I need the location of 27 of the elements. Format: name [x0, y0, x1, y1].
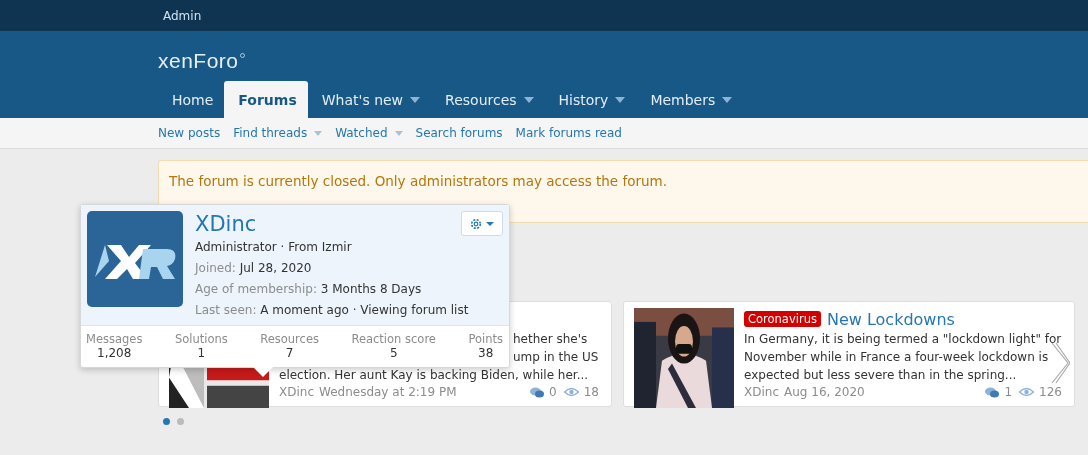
stat-value: 1,208: [97, 346, 132, 360]
stat-label: Solutions: [174, 332, 228, 346]
notice-message: The forum is currently closed. Only administrators may access the forum.: [169, 173, 669, 189]
member-fact: Age of membership: 3 Months 8 Days: [195, 281, 422, 298]
stat-value: 7: [285, 346, 294, 360]
stat-value: 5: [389, 346, 398, 360]
stat-value: 38: [478, 346, 494, 360]
reply-count: 0: [549, 385, 557, 399]
post-date: Wednesday at 2:19 PM: [319, 385, 457, 399]
post-date: Aug 16, 2020: [784, 385, 865, 399]
member-fact: Last seen: A moment ago · Viewing forum list: [195, 302, 469, 319]
excerpt-line: ump in the US: [513, 349, 599, 366]
member-role: Administrator · From Izmir: [195, 239, 352, 256]
excerpt-line: November while in France a four-week lockdown is: [744, 349, 1049, 366]
excerpt-line: election. Her aunt Kay is backing Biden, while her...: [279, 367, 589, 384]
excerpt-line: hether she's: [513, 331, 588, 348]
stat-label: Resources: [260, 332, 319, 346]
reply-count: 1: [1004, 385, 1013, 399]
excerpt-line: expected but less severe than in the spring...: [744, 367, 1017, 384]
view-count: 18: [583, 385, 599, 399]
member-fact: Joined: Jul 28, 2020: [195, 260, 312, 277]
stat-label: Messages: [86, 332, 143, 346]
view-count: 126: [1039, 385, 1062, 399]
stat-value: 1: [197, 346, 206, 360]
excerpt-line: In Germany, it is being termed a "lockdown light" for: [744, 331, 1062, 348]
stat-label: Reaction score: [351, 332, 436, 346]
stat-label: Points: [468, 332, 503, 346]
